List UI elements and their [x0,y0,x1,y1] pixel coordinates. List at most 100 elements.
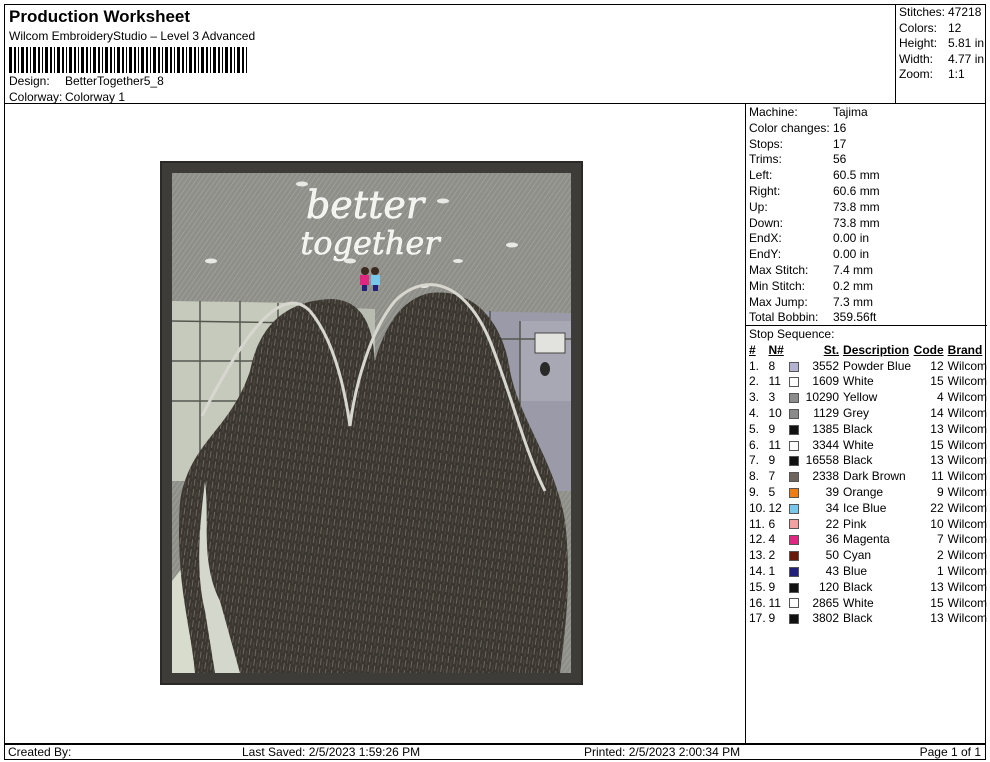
stop-desc: Magenta [843,532,890,547]
stop-color-cell [787,595,802,611]
barcode-bar [117,47,120,73]
stop-code: 2 [936,548,944,563]
machine-label: Left: [749,168,773,183]
machine-row: Min Stitch: 0.2 mm [749,279,987,295]
color-swatch [788,535,799,546]
color-swatch [788,361,799,372]
barcode-bar [150,47,151,73]
stop-brand: Wilcom [947,611,987,626]
machine-label: Up: [749,199,768,214]
col-stitches: St. [823,342,840,357]
stop-st: 1385 [812,421,840,436]
barcode-bar [69,47,72,73]
printed-date: Printed: 2/5/2023 2:00:34 PM [584,745,741,759]
stop-brand: Wilcom [947,453,987,468]
barcode-bar [182,47,184,73]
barcode-bar [230,47,232,73]
stop-num: 8. [749,469,760,484]
stop-code: 13 [930,421,944,436]
barcode-bar [42,47,43,73]
colorway-value: Colorway 1 [65,90,126,104]
stop-color-cell [787,547,802,563]
stop-color-cell [787,516,802,532]
stop-code: 9 [936,485,944,500]
machine-value: 17 [833,136,847,151]
color-swatch [788,377,799,388]
barcode-bar [225,47,228,73]
design-label: Design: [9,74,50,88]
col-brand: Brand [947,342,983,357]
barcode-bar [146,47,148,73]
col-description: Description [843,342,910,357]
machine-details: Machine: Tajima Color changes: 16 Stops: 17 Tr… [746,104,987,326]
summary-row: Stitches: 47218 [899,5,982,19]
stop-st: 36 [825,532,840,547]
stop-st: 10290 [805,390,840,405]
stop-desc: Powder Blue [843,358,912,373]
stop-brand: Wilcom [947,532,987,547]
machine-label: Stops: [749,136,784,151]
barcode-bar [210,47,211,73]
barcode-bar [18,47,19,73]
stop-color-cell [787,563,802,579]
table-row: 16. 11 2865 White 15 Wilcom [749,595,987,611]
col-code: Code [913,342,944,357]
barcode-bar [134,47,136,73]
machine-value: 7.4 mm [833,262,874,277]
stop-n: 11 [768,595,781,610]
stop-num: 12. [749,532,766,547]
machine-row: Left: 60.5 mm [749,168,987,184]
summary-row: Height: 5.81 in [899,36,985,51]
stop-code: 13 [930,579,944,594]
stop-st: 39 [825,485,840,500]
stop-color-cell [787,374,802,390]
stop-desc: Pink [843,516,867,531]
barcode-bar [162,47,163,73]
barcode-bar [237,47,240,73]
machine-label: Min Stitch: [749,278,806,293]
color-swatch [788,440,799,451]
color-swatch [788,472,799,483]
stop-code: 10 [930,516,944,531]
stop-desc: Dark Brown [843,469,906,484]
stop-desc: Ice Blue [843,500,887,515]
color-swatch [788,582,799,593]
stop-color-cell [787,437,802,453]
table-row: 9. 5 39 Orange 9 Wilcom [749,484,987,500]
barcode-bar [21,47,24,73]
summary-row: Zoom: 1:1 [899,67,965,82]
stop-st: 34 [825,500,840,515]
barcode-bar [174,47,175,73]
machine-value: 0.00 in [833,231,870,246]
barcode-bar [122,47,124,73]
barcode-bar [14,47,16,73]
page-title: Production Worksheet [9,7,191,26]
barcode-bar [86,47,88,73]
summary-row: Colors: 12 [899,20,962,35]
barcode-bar [93,47,96,73]
machine-row: Max Stitch: 7.4 mm [749,263,987,279]
color-swatch [788,487,799,498]
barcode-bar [222,47,223,73]
stop-code: 1 [936,564,944,579]
machine-row: Max Jump: 7.3 mm [749,295,987,311]
stop-code: 15 [930,437,944,452]
barcode-bar [242,47,244,73]
table-row: 17. 9 3802 Black 13 Wilcom [749,611,987,627]
machine-row: Total Bobbin: 359.56ft [749,310,987,326]
barcode-bar [114,47,115,73]
stop-color-cell [787,389,802,405]
stop-n: 6 [768,516,776,531]
barcode-bar [45,47,48,73]
design-preview-area: better together [5,104,746,744]
summary-panel: Stitches: 47218 Colors: 12 Height: 5.81 in … [896,4,986,104]
table-row: 8. 7 2338 Dark Brown 11 Wilcom [749,468,987,484]
stop-code: 11 [931,469,944,484]
stop-color-cell [787,358,802,374]
stop-color-cell [787,611,802,627]
color-swatch [788,519,799,530]
stop-brand: Wilcom [947,437,987,452]
barcode-bar [194,47,196,73]
stop-code: 13 [930,453,944,468]
table-row: 13. 2 50 Cyan 2 Wilcom [749,547,987,563]
